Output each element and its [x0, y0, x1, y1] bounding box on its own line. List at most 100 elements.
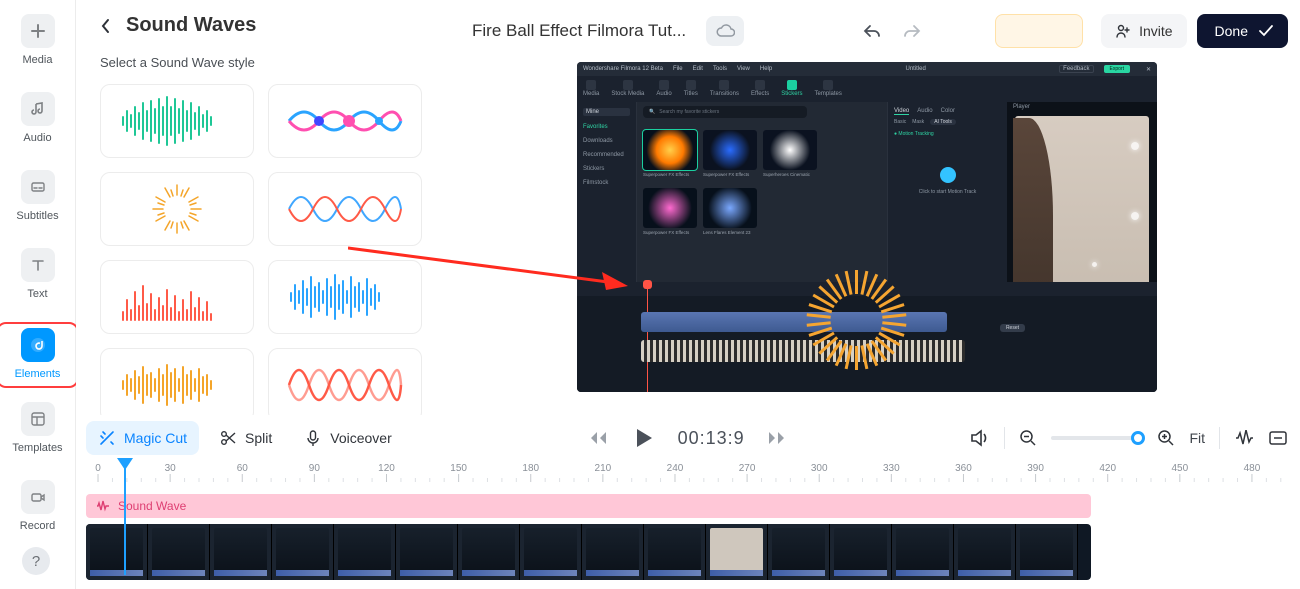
- timeline-playhead[interactable]: [124, 458, 126, 575]
- back-icon[interactable]: [100, 18, 112, 34]
- rail-item-templates[interactable]: Templates: [0, 402, 75, 454]
- check-icon: [1258, 24, 1274, 38]
- video-clip-thumb[interactable]: [396, 524, 458, 580]
- video-clip-thumb[interactable]: [706, 524, 768, 580]
- pv-timeline: Reset: [577, 282, 1157, 392]
- video-clip-thumb[interactable]: [644, 524, 706, 580]
- track-label: Sound Wave: [118, 499, 186, 513]
- wave-style-7[interactable]: [100, 348, 254, 415]
- rail-label: Elements: [15, 368, 61, 380]
- zoom-out-icon: [1019, 429, 1037, 447]
- rail-item-media[interactable]: Media: [0, 14, 75, 66]
- video-clip-thumb[interactable]: [272, 524, 334, 580]
- timeline-ruler[interactable]: 0306090120150180210240270300330360390420…: [86, 460, 1288, 482]
- rail-label: Record: [20, 520, 55, 532]
- invite-icon: [1115, 23, 1131, 39]
- video-clip-thumb[interactable]: [892, 524, 954, 580]
- rail-label: Templates: [12, 442, 62, 454]
- settings-panel-button[interactable]: [1268, 429, 1288, 447]
- wave-style-1[interactable]: [100, 84, 254, 158]
- magic-cut-icon: [98, 429, 116, 447]
- plus-icon: [21, 14, 55, 48]
- preview-area: Wondershare Filmora 12 Beta File Edit To…: [446, 62, 1288, 412]
- svg-text:180: 180: [522, 463, 539, 474]
- track-video[interactable]: [86, 524, 1091, 580]
- video-clip-thumb[interactable]: [148, 524, 210, 580]
- wave-style-3[interactable]: [100, 172, 254, 246]
- rail-label: Media: [23, 54, 53, 66]
- next-button[interactable]: [767, 430, 787, 446]
- preview-canvas[interactable]: Wondershare Filmora 12 Beta File Edit To…: [577, 62, 1157, 392]
- upgrade-button[interactable]: [995, 14, 1083, 48]
- video-clip-thumb[interactable]: [768, 524, 830, 580]
- templates-icon: [21, 402, 55, 436]
- panel-subtitle: Select a Sound Wave style: [100, 55, 432, 70]
- fit-button[interactable]: Fit: [1189, 430, 1205, 446]
- next-icon: [767, 430, 787, 446]
- wave-style-5[interactable]: [100, 260, 254, 334]
- volume-button[interactable]: [970, 429, 990, 447]
- rail-item-text[interactable]: Text: [0, 248, 75, 300]
- video-clip-thumb[interactable]: [210, 524, 272, 580]
- pv-export: Export: [1104, 65, 1130, 73]
- split-button[interactable]: Split: [207, 421, 284, 455]
- panel-title: Sound Waves: [126, 14, 256, 37]
- svg-text:150: 150: [450, 463, 467, 474]
- redo-button[interactable]: [897, 19, 927, 43]
- magic-cut-label: Magic Cut: [124, 430, 187, 446]
- prev-icon: [588, 430, 608, 446]
- video-clip-thumb[interactable]: [334, 524, 396, 580]
- video-clip-thumb[interactable]: [954, 524, 1016, 580]
- question-icon: ?: [32, 553, 40, 570]
- wave-style-8[interactable]: [268, 348, 422, 415]
- rail-label: Text: [27, 288, 47, 300]
- zoom-out-button[interactable]: [1019, 429, 1037, 447]
- pv-search: 🔍 Search my favorite stickers: [643, 106, 807, 118]
- mic-icon: [304, 429, 322, 447]
- rail-item-audio[interactable]: Audio: [0, 92, 75, 144]
- zoom-slider[interactable]: [1051, 436, 1143, 440]
- project-title: Fire Ball Effect Filmora Tut...: [472, 21, 686, 41]
- track-sound-wave[interactable]: Sound Wave: [86, 494, 1091, 518]
- volume-icon: [970, 429, 990, 447]
- video-clip-thumb[interactable]: [1016, 524, 1078, 580]
- undo-button[interactable]: [857, 19, 887, 43]
- magic-cut-button[interactable]: Magic Cut: [86, 421, 199, 455]
- video-clip-thumb[interactable]: [86, 524, 148, 580]
- music-note-icon: [21, 92, 55, 126]
- rail-item-record[interactable]: Record: [0, 480, 75, 532]
- record-icon: [21, 480, 55, 514]
- zoom-in-button[interactable]: [1157, 429, 1175, 447]
- prev-button[interactable]: [588, 430, 608, 446]
- wave-style-6[interactable]: [268, 260, 422, 334]
- cloud-sync-button[interactable]: [706, 16, 744, 46]
- help-button[interactable]: ?: [22, 547, 50, 575]
- subtitles-icon: [21, 170, 55, 204]
- invite-button[interactable]: Invite: [1101, 14, 1186, 48]
- cloud-icon: [715, 23, 735, 39]
- rail-label: Audio: [23, 132, 51, 144]
- svg-text:120: 120: [378, 463, 395, 474]
- video-clip-thumb[interactable]: [830, 524, 892, 580]
- wave-style-2[interactable]: [268, 84, 422, 158]
- waveform-toggle[interactable]: [1234, 430, 1254, 446]
- rail-item-subtitles[interactable]: Subtitles: [0, 170, 75, 222]
- voiceover-label: Voiceover: [330, 430, 391, 446]
- zoom-thumb[interactable]: [1131, 431, 1145, 445]
- rail-item-elements[interactable]: Elements: [0, 326, 75, 384]
- svg-text:420: 420: [1099, 463, 1116, 474]
- svg-text:300: 300: [811, 463, 828, 474]
- redo-icon: [901, 23, 923, 39]
- done-label: Done: [1215, 23, 1248, 39]
- video-clip-thumb[interactable]: [520, 524, 582, 580]
- voiceover-button[interactable]: Voiceover: [292, 421, 403, 455]
- sound-waves-panel: Sound Waves Select a Sound Wave style: [76, 0, 446, 415]
- done-button[interactable]: Done: [1197, 14, 1288, 48]
- video-clip-thumb[interactable]: [582, 524, 644, 580]
- wave-style-4[interactable]: [268, 172, 422, 246]
- rail-label: Subtitles: [16, 210, 58, 222]
- svg-text:210: 210: [595, 463, 612, 474]
- timecode: 00:13:9: [678, 428, 745, 449]
- video-clip-thumb[interactable]: [458, 524, 520, 580]
- play-button[interactable]: [630, 425, 656, 451]
